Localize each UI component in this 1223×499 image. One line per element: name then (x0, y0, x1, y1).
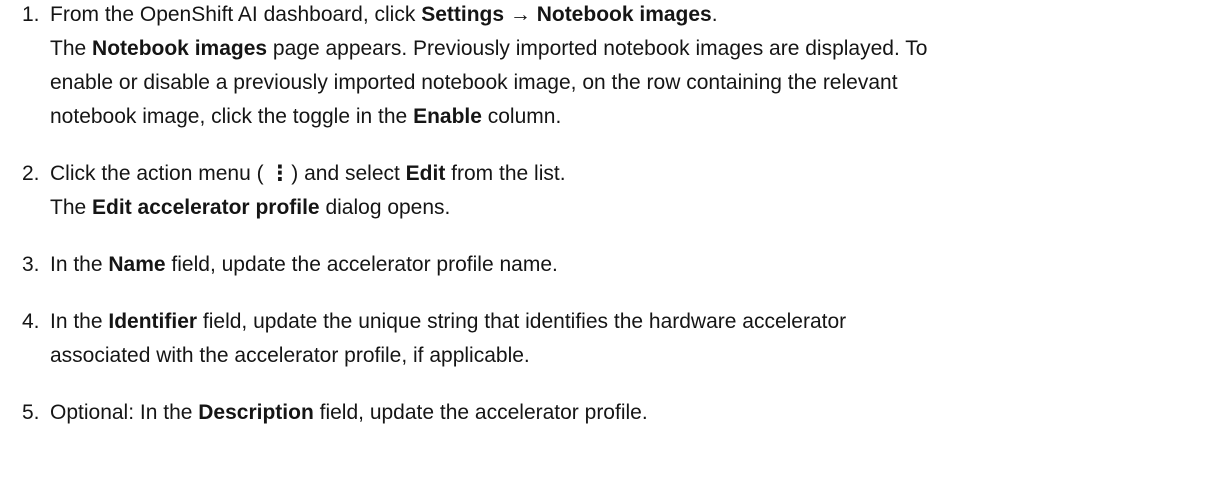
step-text: Optional: In the (50, 401, 199, 424)
step-text: field, update the unique string that ide… (197, 310, 847, 333)
step-text: In the (50, 310, 109, 333)
step-number: 3. (22, 253, 40, 276)
step-text-line: The Edit accelerator profile dialog open… (50, 191, 1223, 225)
step-text-line: enable or disable a previously imported … (50, 66, 1223, 100)
procedure-step: 4. In the Identifier field, update the un… (0, 305, 1223, 373)
step-text-line: The Notebook images page appears. Previo… (50, 32, 1223, 66)
step-text: Click the action menu ( (50, 162, 270, 185)
step-text-line: associated with the accelerator profile,… (50, 339, 1223, 373)
step-text: The (50, 196, 93, 219)
ui-term: Notebook images (92, 37, 268, 60)
step-text: from the list. (445, 162, 566, 185)
step-number: 2. (22, 162, 40, 185)
step-text-line: notebook image, click the toggle in the … (50, 100, 1223, 134)
step-text-line: In the Name field, update the accelerato… (50, 248, 1223, 282)
step-text-line: In the Identifier field, update the uniq… (50, 305, 1223, 339)
step-text: page appears. Previously imported notebo… (267, 37, 928, 60)
step-number: 4. (22, 310, 40, 333)
step-text: enable or disable a previously imported … (50, 71, 898, 94)
step-text-line: From the OpenShift AI dashboard, click S… (50, 0, 1223, 32)
step-text: ) and select (285, 162, 406, 185)
step-text: . (711, 3, 718, 26)
step-number: 5. (22, 401, 40, 424)
step-text: notebook image, click the toggle in the (50, 105, 414, 128)
ui-term: Settings → Notebook images (421, 3, 712, 26)
step-text: column. (481, 105, 562, 128)
step-text: field, update the accelerator profile. (313, 401, 648, 424)
step-text: associated with the accelerator profile,… (50, 344, 530, 367)
ui-term: Edit accelerator profile (92, 196, 320, 219)
step-text: In the (50, 253, 109, 276)
procedure-step: 2. Click the action menu ( ⋮ ) and select… (0, 157, 1223, 225)
ui-term: Identifier (108, 310, 198, 333)
step-text: field, update the accelerator profile na… (165, 253, 558, 276)
step-number: 1. (22, 3, 40, 26)
ui-term: Description (198, 401, 314, 424)
procedure-step: 3. In the Name field, update the accelera… (0, 248, 1223, 282)
ui-term: Name (108, 253, 166, 276)
kebab-icon: ⋮ (269, 162, 291, 185)
step-text: dialog opens. (319, 196, 451, 219)
procedure-step: 5. Optional: In the Description field, up… (0, 396, 1223, 430)
procedure-step: 1. From the OpenShift AI dashboard, click… (0, 0, 1223, 134)
ui-term: Enable (413, 105, 482, 128)
procedure-steps-list: 1. From the OpenShift AI dashboard, click… (0, 0, 1223, 430)
ui-term: Edit (405, 162, 446, 185)
step-text-line: Click the action menu ( ⋮ ) and select E… (50, 157, 1223, 191)
step-text: From the OpenShift AI dashboard, click (50, 3, 422, 26)
step-text: The (50, 37, 93, 60)
step-text-line: Optional: In the Description field, upda… (50, 396, 1223, 430)
